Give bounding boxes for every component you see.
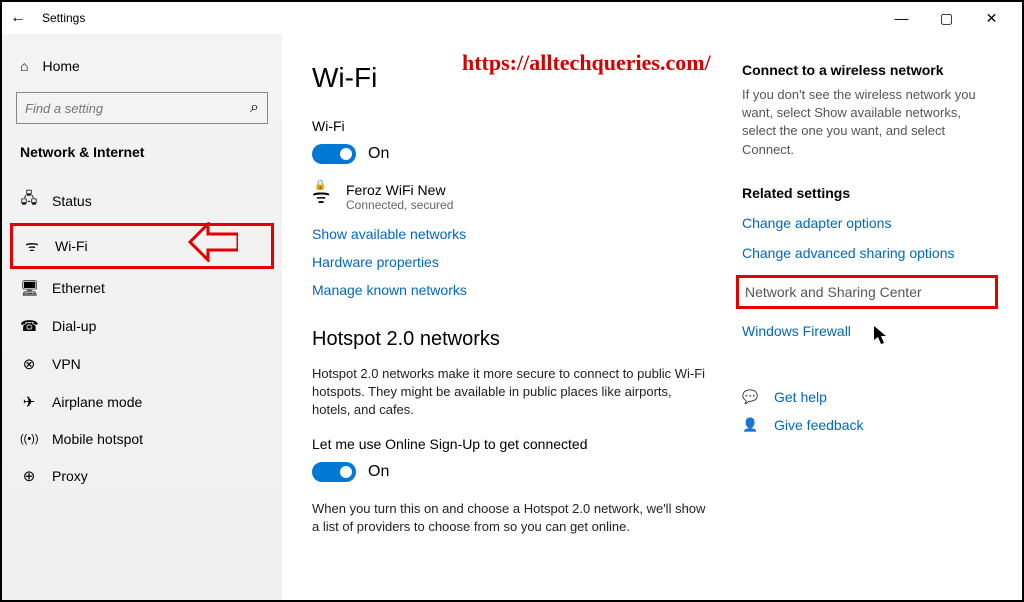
advanced-sharing-link[interactable]: Change advanced sharing options — [742, 245, 992, 261]
watermark-annotation: https://alltechqueries.com/ — [462, 50, 711, 76]
window-title: Settings — [42, 11, 85, 25]
connected-network[interactable]: 🔒 ᯤ Feroz WiFi New Connected, secured — [312, 182, 712, 212]
wifi-toggle[interactable] — [312, 144, 356, 164]
hotspot-description: Hotspot 2.0 networks make it more secure… — [312, 365, 712, 420]
search-input[interactable] — [25, 101, 250, 116]
search-box[interactable]: ⌕ — [16, 92, 268, 124]
dialup-icon: ☎ — [20, 317, 38, 335]
back-button[interactable]: ← — [10, 9, 34, 27]
sidebar-item-ethernet[interactable]: 🖥 Ethernet — [10, 269, 274, 307]
home-icon: ⌂ — [20, 58, 28, 74]
sidebar-item-label: VPN — [52, 356, 81, 372]
wifi-icon: ᯤ — [23, 236, 41, 256]
get-help-link[interactable]: Get help — [774, 389, 827, 405]
highlight-annotation: Network and Sharing Center — [736, 275, 998, 309]
give-feedback-link[interactable]: Give feedback — [774, 417, 864, 433]
sidebar-item-label: Airplane mode — [52, 394, 142, 410]
category-label: Network & Internet — [10, 138, 274, 178]
sidebar-item-hotspot[interactable]: ((•)) Mobile hotspot — [10, 421, 274, 457]
sidebar-item-proxy[interactable]: ⊕ Proxy — [10, 457, 274, 495]
maximize-button[interactable]: ▢ — [924, 4, 969, 32]
sidebar-item-label: Status — [52, 193, 92, 209]
wifi-toggle-state: On — [368, 145, 389, 163]
change-adapter-link[interactable]: Change adapter options — [742, 215, 992, 231]
sidebar-item-vpn[interactable]: ⊗ VPN — [10, 345, 274, 383]
network-status: Connected, secured — [346, 198, 453, 212]
hotspot-icon: ((•)) — [20, 433, 38, 445]
network-name: Feroz WiFi New — [346, 182, 453, 198]
sidebar-item-status[interactable]: 🖧 Status — [10, 178, 274, 223]
sidebar-item-label: Wi-Fi — [55, 238, 88, 254]
close-button[interactable]: ✕ — [969, 4, 1014, 32]
hotspot-toggle-state: On — [368, 463, 389, 481]
hotspot-heading: Hotspot 2.0 networks — [312, 328, 712, 351]
feedback-icon: 👤 — [742, 417, 760, 433]
show-networks-link[interactable]: Show available networks — [312, 226, 712, 242]
ethernet-icon: 🖥 — [20, 279, 38, 297]
signup-label: Let me use Online Sign-Up to get connect… — [312, 436, 712, 452]
windows-firewall-link[interactable]: Windows Firewall — [742, 323, 992, 339]
sidebar-item-label: Dial-up — [52, 318, 96, 334]
help-icon: 💬 — [742, 389, 760, 405]
sidebar-item-label: Ethernet — [52, 280, 105, 296]
sidebar-item-label: Mobile hotspot — [52, 431, 143, 447]
wifi-secured-icon: 🔒 ᯤ — [312, 182, 336, 206]
home-label: Home — [42, 58, 79, 74]
proxy-icon: ⊕ — [20, 467, 38, 485]
wifi-section-label: Wi-Fi — [312, 118, 712, 134]
vpn-icon: ⊗ — [20, 355, 38, 373]
status-icon: 🖧 — [20, 188, 38, 213]
search-icon: ⌕ — [250, 99, 259, 117]
sidebar-item-label: Proxy — [52, 468, 88, 484]
sidebar: ⌂ Home ⌕ Network & Internet 🖧 Status ᯤ W… — [2, 34, 282, 600]
sidebar-item-airplane[interactable]: ✈ Airplane mode — [10, 383, 274, 421]
related-heading: Related settings — [742, 185, 992, 201]
connect-heading: Connect to a wireless network — [742, 62, 992, 78]
hotspot-info: When you turn this on and choose a Hotsp… — [312, 500, 712, 536]
arrow-annotation — [188, 222, 238, 262]
airplane-icon: ✈ — [20, 393, 38, 411]
network-sharing-center-link[interactable]: Network and Sharing Center — [745, 284, 922, 300]
sidebar-item-dialup[interactable]: ☎ Dial-up — [10, 307, 274, 345]
hardware-properties-link[interactable]: Hardware properties — [312, 254, 712, 270]
home-nav[interactable]: ⌂ Home — [10, 50, 274, 82]
minimize-button[interactable]: — — [879, 4, 924, 32]
manage-known-networks-link[interactable]: Manage known networks — [312, 282, 712, 298]
hotspot-signup-toggle[interactable] — [312, 462, 356, 482]
connect-description: If you don't see the wireless network yo… — [742, 86, 992, 159]
